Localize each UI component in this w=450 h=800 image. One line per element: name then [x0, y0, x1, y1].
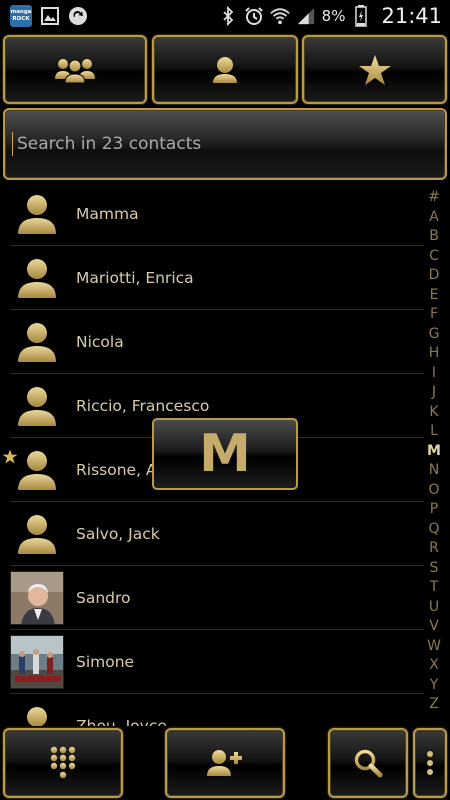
index-letter[interactable]: N — [426, 461, 442, 481]
battery-percent: 8% — [321, 7, 346, 25]
contact-row[interactable]: Mariotti, Enrica — [10, 246, 424, 310]
contact-name: Simone — [76, 652, 135, 671]
dialpad-icon — [50, 746, 76, 780]
index-letter[interactable]: Z — [426, 695, 442, 715]
contact-row[interactable]: Nicola — [10, 310, 424, 374]
index-letter[interactable]: T — [426, 578, 442, 598]
search-box[interactable] — [3, 108, 447, 180]
app-badge-text-2: ROCK — [12, 16, 30, 22]
default-avatar-icon — [10, 507, 64, 561]
tab-groups[interactable] — [3, 35, 147, 104]
index-letter[interactable]: P — [426, 500, 442, 520]
gallery-icon — [40, 6, 60, 26]
index-letter[interactable]: # — [426, 188, 442, 208]
menu-icon — [426, 751, 434, 775]
index-letter[interactable]: K — [426, 403, 442, 423]
contact-row[interactable]: Salvo, Jack — [10, 502, 424, 566]
contact-name: Sandro — [76, 588, 131, 607]
contact-name: Mariotti, Enrica — [76, 268, 194, 287]
tab-contacts[interactable] — [152, 35, 298, 104]
section-letter: M — [199, 424, 251, 484]
contact-name: Riccio, Francesco — [76, 396, 210, 415]
add-contact-button[interactable] — [165, 728, 285, 798]
default-avatar-icon — [10, 187, 64, 241]
signal-icon — [296, 6, 316, 26]
bluetooth-icon — [218, 6, 238, 26]
index-letter[interactable]: S — [426, 559, 442, 579]
index-letter[interactable]: L — [426, 422, 442, 442]
index-letter[interactable]: I — [426, 364, 442, 384]
battery-icon — [351, 5, 371, 27]
index-letter[interactable]: F — [426, 305, 442, 325]
app-badge-text-1: manga — [10, 9, 32, 15]
index-letter[interactable]: W — [426, 637, 442, 657]
contact-name: Mamma — [76, 204, 139, 223]
search-button[interactable] — [328, 728, 408, 798]
index-letter[interactable]: V — [426, 617, 442, 637]
contact-photo — [10, 570, 64, 625]
favorite-star-icon — [2, 448, 18, 468]
alphabet-index[interactable]: # A B C D E F G H I J K L M N O P Q R S T U V W X Y Z — [426, 188, 442, 715]
person-icon — [211, 55, 239, 85]
tab-favorites[interactable] — [302, 35, 447, 104]
index-letter[interactable]: A — [426, 208, 442, 228]
index-letter[interactable]: Y — [426, 676, 442, 696]
contact-name: Rissone, A — [76, 460, 157, 479]
default-avatar-icon — [10, 315, 64, 369]
sync-icon — [68, 6, 88, 26]
star-icon — [358, 54, 392, 86]
search-icon — [353, 748, 383, 778]
default-avatar-icon — [10, 251, 64, 305]
add-contact-icon — [206, 748, 244, 778]
contact-row[interactable]: Mamma — [10, 182, 424, 246]
index-letter[interactable]: E — [426, 286, 442, 306]
group-icon — [54, 55, 96, 85]
index-letter[interactable]: X — [426, 656, 442, 676]
index-letter[interactable]: M — [426, 442, 442, 462]
contact-row[interactable]: Sandro — [10, 566, 424, 630]
overflow-menu-button[interactable] — [413, 728, 447, 798]
default-avatar-icon — [2, 443, 64, 497]
index-letter[interactable]: Q — [426, 520, 442, 540]
dialpad-button[interactable] — [3, 728, 123, 798]
wifi-icon — [269, 6, 290, 26]
contact-row[interactable]: Zhou, Joyce — [10, 694, 424, 726]
contact-name: Salvo, Jack — [76, 524, 160, 543]
status-bar: manga ROCK 8% 21:41 — [0, 0, 450, 32]
index-letter[interactable]: C — [426, 247, 442, 267]
contact-row[interactable]: Simone — [10, 630, 424, 694]
contact-photo — [10, 634, 64, 689]
section-letter-overlay: M — [152, 418, 298, 490]
index-letter[interactable]: R — [426, 539, 442, 559]
alarm-icon — [244, 6, 264, 26]
index-letter[interactable]: O — [426, 481, 442, 501]
index-letter[interactable]: H — [426, 344, 442, 364]
default-avatar-icon — [10, 379, 64, 433]
contact-name: Nicola — [76, 332, 124, 351]
index-letter[interactable]: G — [426, 325, 442, 345]
manga-rock-app-icon: manga ROCK — [10, 5, 32, 27]
index-letter[interactable]: U — [426, 598, 442, 618]
clock: 21:41 — [381, 4, 442, 28]
index-letter[interactable]: B — [426, 227, 442, 247]
text-cursor — [12, 132, 13, 156]
index-letter[interactable]: D — [426, 266, 442, 286]
contact-name: Zhou, Joyce — [76, 716, 167, 727]
search-input[interactable] — [15, 133, 439, 155]
default-avatar-icon — [10, 699, 64, 726]
index-letter[interactable]: J — [426, 383, 442, 403]
